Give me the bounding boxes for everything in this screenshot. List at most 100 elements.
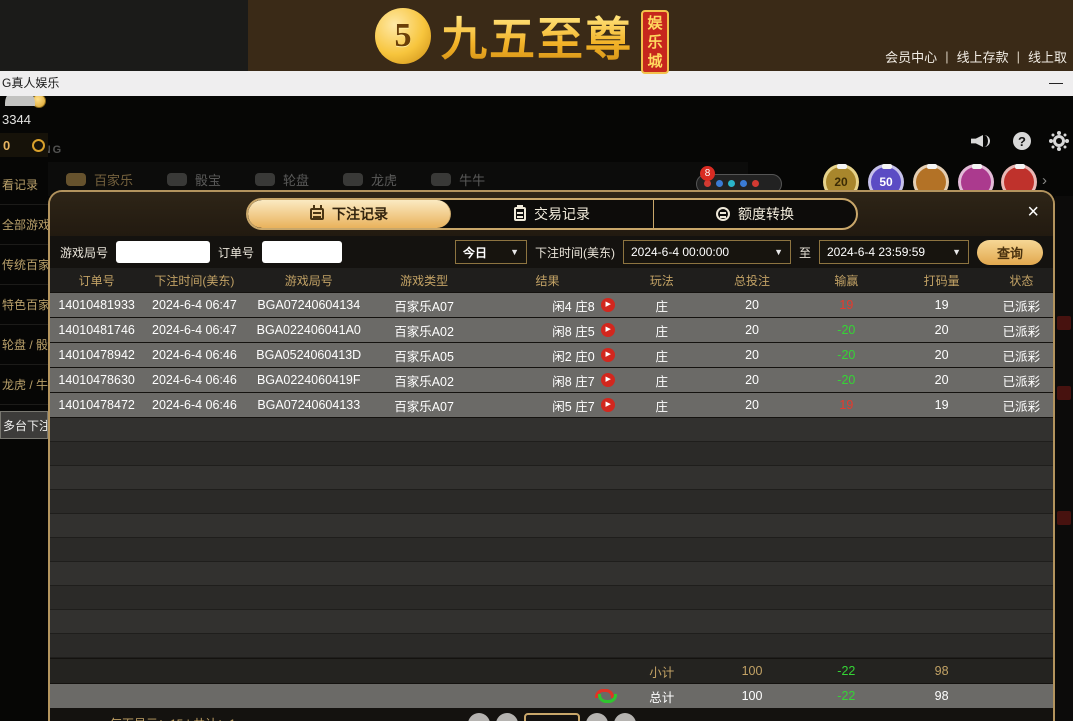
cell-bet-time: 2024-6-4 06:46 [143, 373, 245, 387]
pagination: « ‹ › » [468, 713, 636, 721]
order-no-label: 订单号 [218, 244, 254, 261]
total-label: 总计 [619, 687, 705, 706]
total-bet: 100 [705, 689, 799, 703]
sidebar-item-records[interactable]: 看记录 [0, 165, 48, 205]
sidebar-item-special-baccarat[interactable]: 特色百家乐 [0, 285, 48, 325]
replay-icon[interactable]: ▶ [601, 323, 615, 337]
cell-bet-time: 2024-6-4 06:46 [143, 398, 245, 412]
total-win-loss: -22 [799, 689, 893, 703]
period-select[interactable]: 今日 ▼ [455, 240, 527, 264]
cell-play: 庄 [619, 371, 705, 390]
badge-char: 娱 [647, 14, 662, 33]
cell-game-type: 百家乐A02 [372, 321, 476, 340]
tab-label: 下注记录 [332, 204, 388, 224]
sidebar-item-multi-table[interactable]: 多台下注 [0, 411, 48, 439]
tab-credit-transfer[interactable]: 额度转换 [654, 200, 856, 228]
cell-status: 已派彩 [990, 371, 1053, 390]
settings-gear-icon[interactable] [1053, 135, 1065, 147]
total-row: 总计 100 -22 98 [50, 684, 1053, 708]
first-page-button[interactable]: « [468, 713, 490, 721]
last-page-button[interactable]: » [614, 713, 636, 721]
cell-result: 闲8 庄7 ▶ [476, 371, 618, 390]
refresh-swap-icon[interactable] [595, 689, 613, 703]
header-left-panel [0, 0, 248, 71]
replay-icon[interactable]: ▶ [601, 348, 615, 362]
withdraw-link[interactable]: 线上取 [1028, 47, 1067, 66]
modal-footer: 每页显示：15 | 共计：1 « ‹ › » [50, 708, 1053, 721]
cell-bet-time: 2024-6-4 06:47 [143, 298, 245, 312]
cell-status: 已派彩 [990, 346, 1053, 365]
close-icon[interactable]: × [1027, 198, 1039, 226]
time-to-select[interactable]: 2024-6-4 23:59:59 ▼ [819, 240, 969, 264]
username: 3344 [2, 112, 48, 127]
col-bet-time: 下注时间(美东) [143, 272, 245, 289]
result-text: 闲8 庄7 [552, 371, 594, 390]
col-round-id: 游戏局号 [246, 272, 372, 289]
subtotal-row: 小计 100 -22 98 [50, 659, 1053, 683]
cell-turnover: 20 [893, 348, 989, 362]
balance-row: 0 [0, 133, 48, 157]
tab-bet-records[interactable]: 下注记录 [248, 200, 451, 228]
next-page-button[interactable]: › [586, 713, 608, 721]
sidebar-item-roulette-sicbo[interactable]: 轮盘 / 骰宝 [0, 325, 48, 365]
cell-round-id: BGA07240604134 [246, 298, 372, 312]
badge-char: 城 [647, 52, 662, 71]
total-cell [476, 689, 618, 703]
table-row: 14010481933 2024-6-4 06:47 BGA0724060413… [50, 293, 1053, 317]
cell-round-id: BGA0524060413D [246, 348, 372, 362]
badge-char: 乐 [647, 33, 662, 52]
link-separator: | [945, 49, 948, 64]
prev-page-button[interactable]: ‹ [496, 713, 518, 721]
time-from-select[interactable]: 2024-6-4 00:00:00 ▼ [623, 240, 791, 264]
order-no-input[interactable] [262, 241, 342, 263]
site-header: 5 九五至尊 娱 乐 城 会员中心 | 线上存款 | 线上取 [0, 0, 1073, 71]
tab-transaction-records[interactable]: 交易记录 [451, 200, 654, 228]
window-title: G真人娱乐 [2, 71, 59, 96]
table-header: 订单号 下注时间(美东) 游戏局号 游戏类型 结果 玩法 总投注 输赢 打码量 … [50, 268, 1053, 292]
transfer-icon [716, 207, 730, 221]
sidebar-menu: 看记录 全部游戏 传统百家乐 特色百家乐 轮盘 / 骰宝 龙虎 / 牛牛 多台下… [0, 165, 48, 439]
cell-play: 庄 [619, 321, 705, 340]
cell-total-bet: 20 [705, 348, 799, 362]
result-text: 闲2 庄0 [552, 346, 594, 365]
app-screen: 5 九五至尊 娱 乐 城 会员中心 | 线上存款 | 线上取 G真人娱乐 — B… [0, 0, 1073, 721]
minimize-button[interactable]: — [1049, 71, 1063, 94]
cell-win-loss: -20 [799, 373, 893, 387]
chips-more-arrow[interactable]: › [1042, 172, 1047, 189]
cell-result: 闲2 庄0 ▶ [476, 346, 618, 365]
cell-status: 已派彩 [990, 321, 1053, 340]
table-row: 14010481746 2024-6-4 06:47 BGA022406041A… [50, 318, 1053, 342]
sound-icon[interactable] [971, 133, 991, 149]
cell-turnover: 20 [893, 323, 989, 337]
modal-header: 下注记录 交易记录 额度转换 × [50, 192, 1053, 236]
cell-play: 庄 [619, 296, 705, 315]
cell-total-bet: 20 [705, 373, 799, 387]
member-center-link[interactable]: 会员中心 [885, 47, 937, 66]
sidebar-item-dragontiger-bull[interactable]: 龙虎 / 牛牛 [0, 365, 48, 405]
cell-round-id: BGA022406041A0 [246, 323, 372, 337]
col-order-id: 订单号 [50, 272, 143, 289]
deposit-link[interactable]: 线上存款 [957, 47, 1009, 66]
link-separator: | [1017, 49, 1020, 64]
help-icon[interactable]: ? [1013, 132, 1031, 150]
brand: 5 九五至尊 娱 乐 城 [375, 0, 669, 71]
page-number-box[interactable] [524, 713, 580, 721]
result-text: 闲5 庄7 [552, 396, 594, 415]
time-to-value: 2024-6-4 23:59:59 [827, 245, 925, 259]
cell-result: 闲8 庄5▶ [476, 321, 618, 340]
replay-icon[interactable]: ▶ [601, 398, 615, 412]
replay-icon[interactable]: ▶ [601, 298, 615, 312]
cell-play: 庄 [619, 396, 705, 415]
replay-icon[interactable]: ▶ [601, 373, 615, 387]
game-round-input[interactable] [116, 241, 210, 263]
sidebar-item-all-games[interactable]: 全部游戏 [0, 205, 48, 245]
cell-total-bet: 20 [705, 298, 799, 312]
cell-turnover: 19 [893, 398, 989, 412]
cell-order-id: 14010481746 [50, 323, 143, 337]
balance-refresh-icon[interactable] [32, 139, 45, 152]
balance-value: 0 [3, 138, 32, 153]
total-turnover: 98 [893, 689, 989, 703]
sidebar-item-classic-baccarat[interactable]: 传统百家乐 [0, 245, 48, 285]
query-button[interactable]: 查询 [977, 240, 1043, 265]
tab-label: 交易记录 [534, 204, 590, 224]
